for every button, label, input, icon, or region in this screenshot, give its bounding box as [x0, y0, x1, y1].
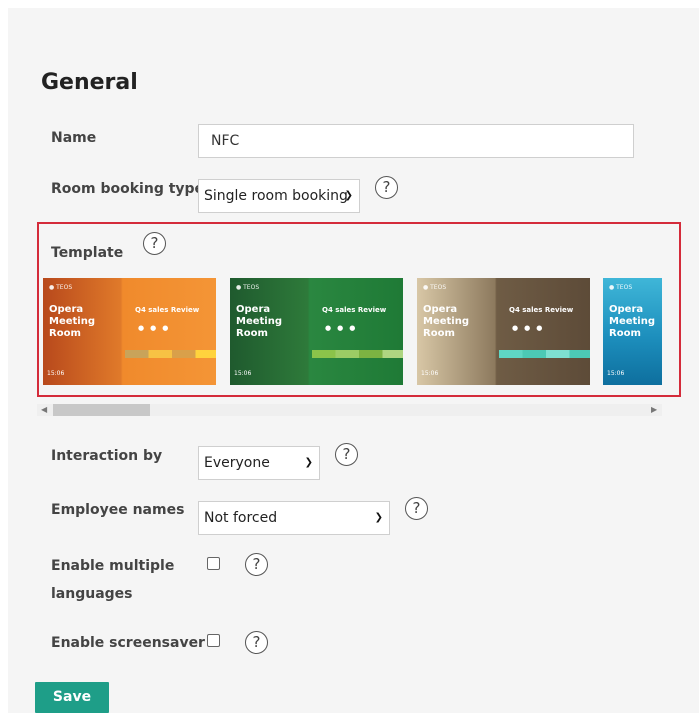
template-time: 15:06 — [47, 370, 65, 377]
name-label: Name — [51, 130, 97, 146]
template-timeline-bar — [125, 350, 216, 358]
template-time: 15:06 — [607, 370, 625, 377]
template-timeline-bar — [312, 350, 403, 358]
employee-names-select[interactable]: Not forced ❯ — [198, 501, 390, 535]
question-circle-icon[interactable]: ? — [405, 497, 428, 520]
enable-multiple-languages-label-line1: Enable multiple — [51, 558, 175, 574]
triangle-left-icon[interactable]: ◀ — [41, 404, 47, 416]
template-card-ocean[interactable]: ● TEOS Opera Meeting Room 15:06 — [603, 278, 662, 385]
template-review-title: Q4 sales Review — [135, 306, 200, 314]
template-scrollbar-thumb[interactable] — [53, 404, 150, 416]
template-timeline-bar — [499, 350, 590, 358]
logo-icon: ● TEOS — [236, 284, 260, 291]
question-circle-icon[interactable]: ? — [335, 443, 358, 466]
template-room-name: Opera Meeting Room — [609, 304, 656, 339]
template-room-name: Opera Meeting Room — [49, 304, 96, 339]
employee-names-value: Not forced — [204, 510, 278, 526]
template-card-autumn[interactable]: ● TEOS Opera Meeting Room Q4 sales Revie… — [43, 278, 216, 385]
logo-icon: ● TEOS — [609, 284, 633, 291]
template-card-misty[interactable]: ● TEOS Opera Meeting Room Q4 sales Revie… — [417, 278, 590, 385]
chevron-down-icon: ❯ — [304, 457, 313, 468]
template-controls-icon: ●●● — [512, 324, 549, 332]
enable-screensaver-checkbox[interactable] — [207, 634, 220, 647]
enable-multiple-languages-checkbox[interactable] — [207, 557, 220, 570]
interaction-by-value: Everyone — [204, 455, 270, 471]
logo-icon: ● TEOS — [49, 284, 73, 291]
template-card-green[interactable]: ● TEOS Opera Meeting Room Q4 sales Revie… — [230, 278, 403, 385]
template-controls-icon: ●●● — [325, 324, 362, 332]
question-circle-icon[interactable]: ? — [245, 631, 268, 654]
template-time: 15:06 — [234, 370, 252, 377]
room-booking-type-label: Room booking type — [51, 181, 205, 197]
template-label: Template — [51, 245, 124, 261]
template-controls-icon: ●●● — [138, 324, 175, 332]
template-room-name: Opera Meeting Room — [236, 304, 283, 339]
employee-names-label: Employee names — [51, 502, 185, 518]
enable-screensaver-label: Enable screensaver — [51, 635, 205, 651]
template-review-title: Q4 sales Review — [509, 306, 574, 314]
question-circle-icon[interactable]: ? — [143, 232, 166, 255]
chevron-down-icon: ❯ — [374, 512, 383, 523]
room-booking-type-select[interactable]: Single room booking ❯ — [198, 179, 360, 213]
template-time: 15:06 — [421, 370, 439, 377]
triangle-right-icon[interactable]: ▶ — [651, 404, 657, 416]
chevron-down-icon: ❯ — [344, 190, 353, 201]
interaction-by-select[interactable]: Everyone ❯ — [198, 446, 320, 480]
question-circle-icon[interactable]: ? — [245, 553, 268, 576]
room-booking-type-value: Single room booking — [204, 188, 348, 204]
section-title: General — [41, 70, 138, 95]
save-button[interactable]: Save — [35, 682, 109, 713]
name-input[interactable]: NFC — [198, 124, 634, 158]
interaction-by-label: Interaction by — [51, 448, 163, 464]
template-review-title: Q4 sales Review — [322, 306, 387, 314]
template-room-name: Opera Meeting Room — [423, 304, 470, 339]
enable-multiple-languages-label-line2: languages — [51, 586, 133, 602]
question-circle-icon[interactable]: ? — [375, 176, 398, 199]
logo-icon: ● TEOS — [423, 284, 447, 291]
